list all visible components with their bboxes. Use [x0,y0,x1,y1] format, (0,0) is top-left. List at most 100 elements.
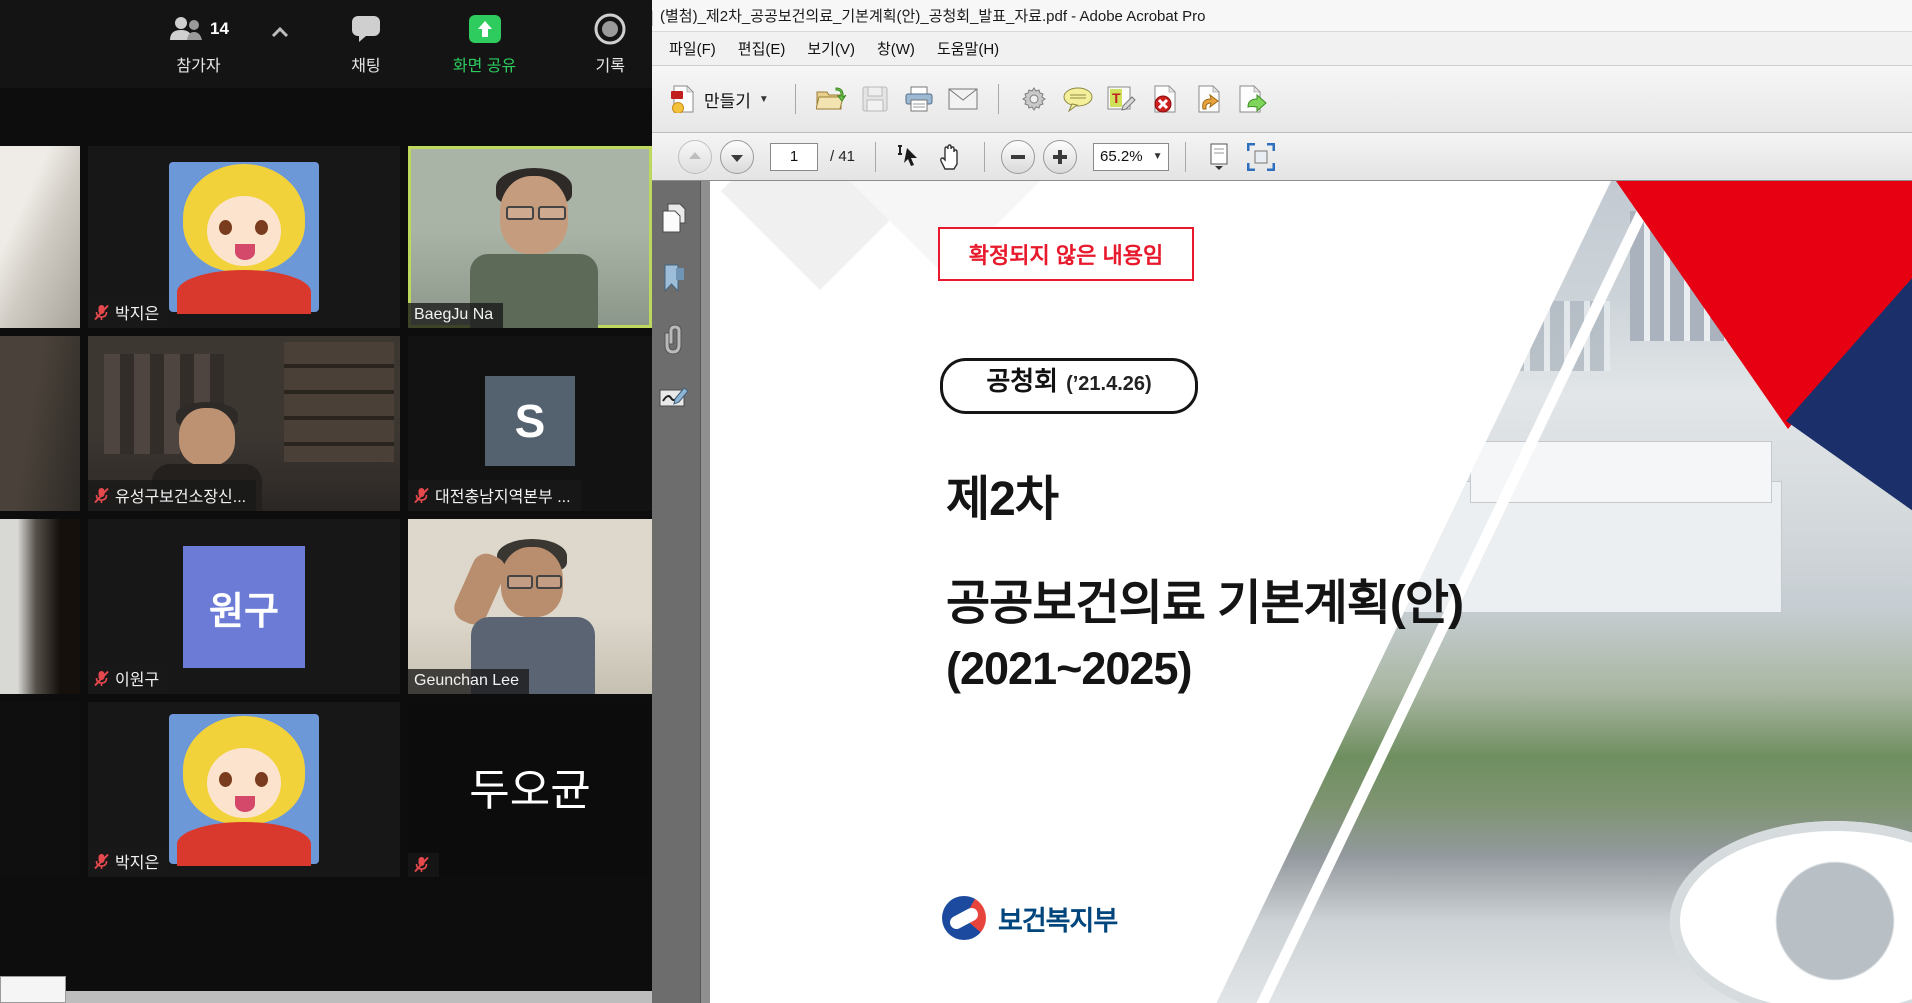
chat-icon [351,15,381,43]
participant-name: 이원구 [115,666,159,690]
participant-label: BaegJu Na [408,303,503,328]
video-tile[interactable]: S 대전충남지역본부 ... [408,336,652,511]
avatar-initial: 원구 [183,546,305,668]
open-file-button[interactable] [814,82,848,116]
email-button[interactable] [946,82,980,116]
zoom-in-button[interactable] [1043,140,1077,174]
video-tile-partial[interactable] [0,702,80,877]
participant-name: 유성구보건소장신... [115,483,246,507]
video-tile[interactable]: 유성구보건소장신... [88,336,400,511]
page-total-label: / 41 [830,148,855,165]
avatar-initial: S [485,376,575,466]
zoom-meeting-toolbar: 14 참가자 . 채팅 화면 공유 기록 [0,0,652,88]
toolbar-separator [875,142,876,172]
record-button[interactable]: 기록 [594,13,626,76]
zoom-meeting-window: 박지은 BaegJu Na [0,0,652,1003]
comment-button[interactable] [1061,82,1095,116]
participants-count: 14 [210,19,229,39]
window-edge [66,991,652,1003]
participant-name: 박지은 [115,300,159,324]
participant-display-name: 두오균 [408,754,652,818]
photo-round-building [1670,821,1912,1003]
ministry-logo-text: 보건복지부 [998,899,1117,938]
video-tile[interactable]: 두오균 [408,702,652,877]
create-pdf-icon [670,85,696,113]
acrobat-titlebar: (별첨)_제2차_공공보건의료_기본계획(안)_공청회_발표_자료.pdf - … [536,0,1912,32]
video-tile-active-speaker[interactable]: BaegJu Na [408,146,652,328]
draft-watermark: 확정되지 않은 내용임 [938,227,1194,281]
main-toolbar: 만들기 ▼ T [648,66,1912,133]
video-tile[interactable]: 박지은 [88,702,400,877]
navigation-toolbar: 1 / 41 65.2% ▼ [648,133,1912,181]
video-tile[interactable]: 박지은 [88,146,400,328]
previous-page-button[interactable] [678,140,712,174]
toolbar-separator [998,84,999,114]
page-number-input[interactable]: 1 [770,143,818,171]
record-label: 기록 [596,52,625,76]
muted-mic-icon [414,487,429,504]
menu-edit[interactable]: 편집(E) [727,38,797,59]
create-pdf-button[interactable]: 만들기 ▼ [662,81,777,117]
delete-pages-button[interactable] [1149,82,1183,116]
attachments-icon[interactable] [661,323,687,355]
settings-gear-icon[interactable] [1017,82,1051,116]
avatar [169,714,319,864]
slide-title-line2: 공공보건의료 기본계획(안) [946,563,1463,633]
chat-button[interactable]: 채팅 [351,13,381,76]
menu-bar: 파일(F) 편집(E) 보기(V) 창(W) 도움말(H) [648,32,1912,66]
video-tile-partial[interactable] [0,336,80,511]
slide-title-line1: 제2차 [946,459,1058,529]
muted-mic-icon [414,856,429,873]
create-pdf-label: 만들기 [704,87,751,112]
hearing-badge: 공청회 (’21.4.26) [940,358,1198,414]
muted-mic-icon [94,670,109,687]
page-thumbnails-icon[interactable] [660,203,688,233]
menu-help[interactable]: 도움말(H) [926,38,1010,59]
scrolling-mode-button[interactable] [1202,140,1236,174]
participant-name: 박지은 [115,849,159,873]
chat-label: 채팅 [351,52,380,76]
menu-window[interactable]: 창(W) [866,38,926,59]
select-tool-button[interactable] [892,140,926,174]
avatar [169,162,319,312]
participants-menu-chevron[interactable]: . [271,16,289,73]
signatures-icon[interactable] [659,385,689,409]
video-tile-partial[interactable] [0,146,80,328]
participant-name: BaegJu Na [414,306,493,324]
badge-title: 공청회 [986,361,1058,398]
print-button[interactable] [902,82,936,116]
fit-window-button[interactable] [1244,140,1278,174]
navigation-pane [648,181,701,1003]
toolbar-separator [984,142,985,172]
share-screen-button[interactable]: 화면 공유 [453,13,516,76]
hand-tool-button[interactable] [934,140,968,174]
bookmarks-icon[interactable] [661,263,687,293]
menu-file[interactable]: 파일(F) [658,38,727,59]
badge-date: (’21.4.26) [1066,373,1152,396]
save-button[interactable] [858,82,892,116]
video-tile-partial[interactable] [0,519,80,694]
edit-text-button[interactable]: T [1105,82,1139,116]
pdf-page: 확정되지 않은 내용임 공청회 (’21.4.26) 제2차 공공보건의료 기본… [710,181,1912,1003]
svg-text:T: T [1112,90,1121,106]
participant-name: Geunchan Lee [414,672,519,690]
video-tile[interactable]: Geunchan Lee [408,519,652,694]
zoom-out-button[interactable] [1001,140,1035,174]
ministry-logo-mark [942,896,986,940]
create-dropdown-arrow: ▼ [759,94,769,105]
export-file-button[interactable] [1237,82,1271,116]
participants-button[interactable]: 14 참가자 [168,13,229,76]
bookshelf [284,342,394,462]
participant-label [408,853,439,877]
participant-label: 대전충남지역본부 ... [408,480,581,511]
window-title: (별첨)_제2차_공공보건의료_기본계획(안)_공청회_발표_자료.pdf - … [660,5,1205,26]
menu-view[interactable]: 보기(V) [796,38,866,59]
video-tile[interactable]: 원구 이원구 [88,519,400,694]
document-area: 확정되지 않은 내용임 공청회 (’21.4.26) 제2차 공공보건의료 기본… [648,181,1912,1003]
rotate-pages-button[interactable] [1193,82,1227,116]
zoom-level-dropdown[interactable]: 65.2% ▼ [1093,143,1169,171]
zoom-dropdown-arrow: ▼ [1153,151,1163,162]
next-page-button[interactable] [720,140,754,174]
participant-label: Geunchan Lee [408,669,529,694]
chevron-up-icon [271,26,289,38]
